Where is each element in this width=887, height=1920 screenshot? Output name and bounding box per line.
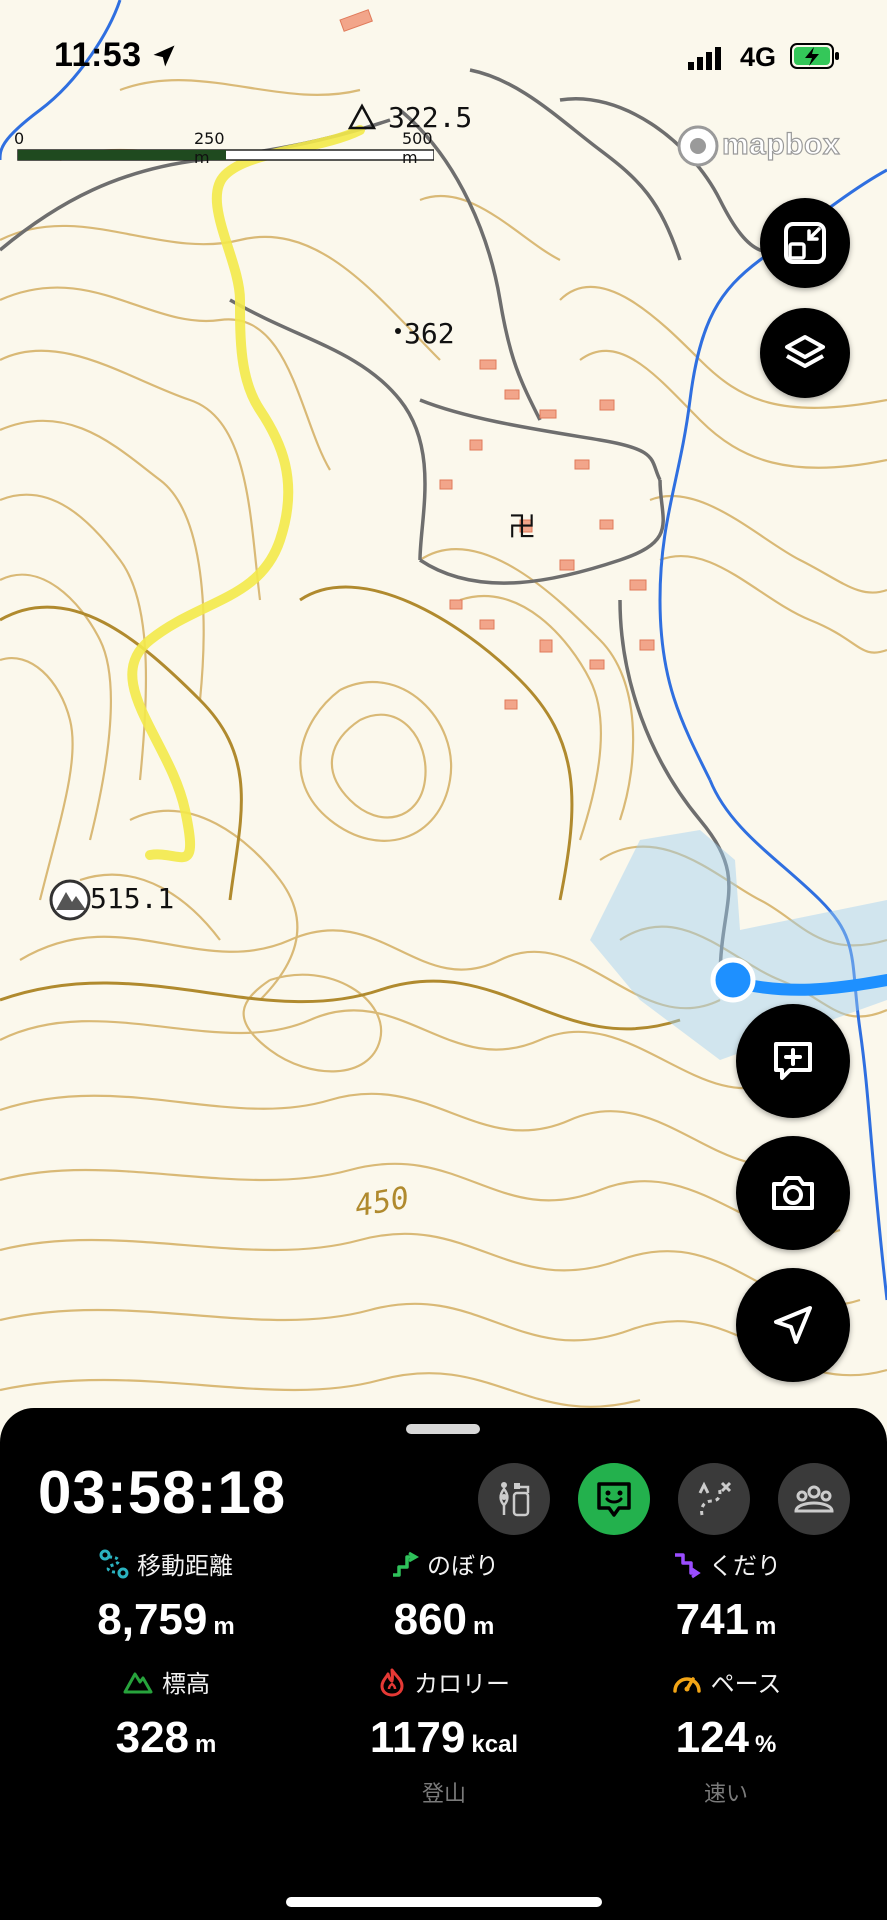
gauge-icon	[672, 1676, 701, 1693]
descent-icon	[675, 1552, 701, 1578]
signal-icon	[688, 47, 721, 70]
stat-unit: kcal	[471, 1731, 519, 1758]
ascent-icon	[393, 1551, 419, 1577]
stat-unit: %	[755, 1731, 777, 1758]
stat-distance: 移動距離 8,759 m	[46, 1546, 286, 1645]
elevation-label: 362	[404, 317, 455, 350]
clock: 11:53	[54, 36, 142, 74]
calories-activity-type: 登山	[421, 1781, 466, 1806]
route-icon	[698, 1481, 732, 1516]
scale-label: 500 m	[402, 129, 433, 167]
layers-button[interactable]	[760, 308, 850, 398]
layers-icon	[785, 335, 825, 368]
stat-label: カロリー	[414, 1671, 510, 1698]
add-note-button[interactable]	[736, 1004, 850, 1118]
group-icon	[794, 1485, 834, 1513]
stat-label: のぼり	[427, 1553, 499, 1580]
stat-unit: m	[195, 1731, 217, 1758]
battery-charging-icon	[790, 43, 839, 69]
pace-rating: 速い	[703, 1781, 748, 1806]
stat-label: 移動距離	[137, 1553, 233, 1580]
add-note-icon	[774, 1042, 812, 1080]
stat-value: 1179	[369, 1713, 466, 1762]
distance-icon	[99, 1549, 129, 1578]
collapse-button[interactable]	[760, 198, 850, 288]
mode-button-hiker[interactable]	[478, 1463, 550, 1535]
stat-label: くだり	[709, 1553, 781, 1580]
stat-value: 860	[393, 1595, 468, 1644]
navigate-icon	[774, 1306, 812, 1344]
stat-descent: くだり 741 m	[606, 1546, 846, 1645]
activity-panel: 03:58:18 移動距離 8,759 m のぼり 860 m くだり 741 …	[0, 1408, 887, 1920]
stat-label: 標高	[162, 1671, 210, 1698]
stat-pace: ペース 124%	[606, 1664, 846, 1763]
stat-elevation: 標高 328 m	[46, 1664, 286, 1763]
status-bar: 11:53 4G	[0, 0, 887, 100]
mapbox-logo-icon	[677, 125, 719, 167]
camera-button[interactable]	[736, 1136, 850, 1250]
mountain-icon	[123, 1672, 153, 1693]
elapsed-timer: 03:58:18	[38, 1459, 287, 1526]
hiker-icon	[499, 1482, 530, 1517]
mode-button-face[interactable]	[578, 1463, 650, 1535]
stat-unit: m	[213, 1613, 235, 1640]
flame-icon	[380, 1668, 404, 1696]
stat-label: ペース	[710, 1671, 782, 1698]
mode-button-route[interactable]	[678, 1463, 750, 1535]
home-indicator[interactable]	[286, 1897, 602, 1907]
mode-button-group[interactable]	[778, 1463, 850, 1535]
temple-symbol: 卍	[508, 510, 536, 543]
scale-label: 0	[14, 129, 25, 148]
collapse-icon	[784, 222, 826, 264]
stat-unit: m	[473, 1613, 495, 1640]
stat-value: 8,759	[97, 1595, 208, 1644]
mapbox-attribution[interactable]: mapbox	[721, 127, 840, 162]
current-location-dot	[710, 957, 756, 1003]
location-arrow-icon	[153, 45, 175, 67]
navigate-button[interactable]	[736, 1268, 850, 1382]
elevation-label: 515.1	[90, 882, 175, 915]
face-icon	[597, 1482, 631, 1517]
stat-unit: m	[755, 1613, 777, 1640]
stat-value: 741	[675, 1595, 750, 1644]
stat-value: 328	[115, 1713, 190, 1762]
stat-value: 124	[675, 1713, 750, 1762]
stat-calories: カロリー 1179 kcal	[324, 1664, 564, 1763]
scale-label: 250 m	[194, 129, 225, 167]
stat-ascent: のぼり 860 m	[324, 1546, 564, 1645]
camera-icon	[772, 1176, 814, 1210]
drag-handle[interactable]	[406, 1424, 480, 1434]
network-type: 4G	[740, 42, 777, 72]
